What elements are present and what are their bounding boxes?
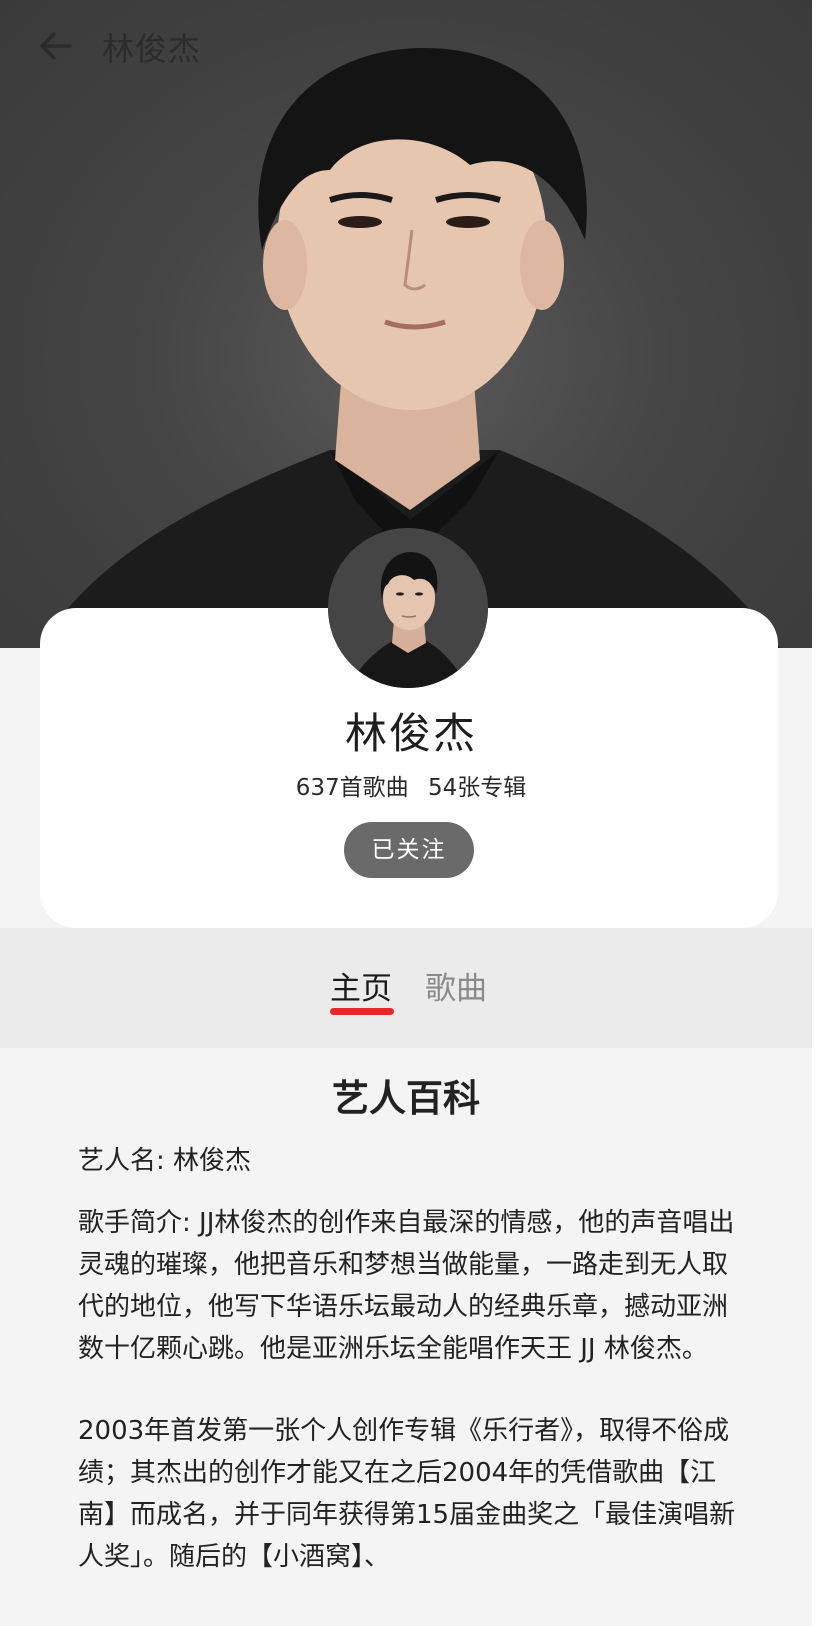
arrow-left-icon[interactable] xyxy=(36,26,76,66)
follow-button[interactable]: 已关注 xyxy=(344,822,474,878)
artist-name-line: 艺人名: 林俊杰 xyxy=(78,1146,252,1176)
page-title: 林俊杰 xyxy=(102,30,202,68)
artist-avatar xyxy=(328,528,488,688)
artist-stats: 637首歌曲 54张专辑 xyxy=(0,768,822,802)
wiki-section-title: 艺人百科 xyxy=(332,1077,480,1120)
avatar-portrait xyxy=(328,528,488,688)
top-app-bar: 林俊杰 xyxy=(0,0,822,92)
album-count: 54张专辑 xyxy=(427,775,527,801)
artist-name: 林俊杰 xyxy=(344,709,477,758)
tab-home[interactable]: 主页 xyxy=(330,963,392,1008)
tab-songs[interactable]: 歌曲 xyxy=(425,963,487,1008)
song-count: 637首歌曲 xyxy=(295,775,409,801)
tab-bar: 主页 歌曲 xyxy=(0,928,812,1048)
bio-paragraph: 2003年首发第一张个人创作专辑《乐行者》，取得不俗成绩；其杰出的创作才能又在之… xyxy=(78,1416,736,1572)
wiki-content: 艺人名: 林俊杰 歌手简介: JJ林俊杰的创作来自最深的情感，他的声音唱出灵魂的… xyxy=(78,1140,738,1598)
active-tab-indicator xyxy=(330,1008,394,1015)
screen-edge xyxy=(812,0,822,1626)
bio-paragraph: 歌手简介: JJ林俊杰的创作来自最深的情感，他的声音唱出灵魂的璀璨，他把音乐和梦… xyxy=(78,1208,735,1364)
